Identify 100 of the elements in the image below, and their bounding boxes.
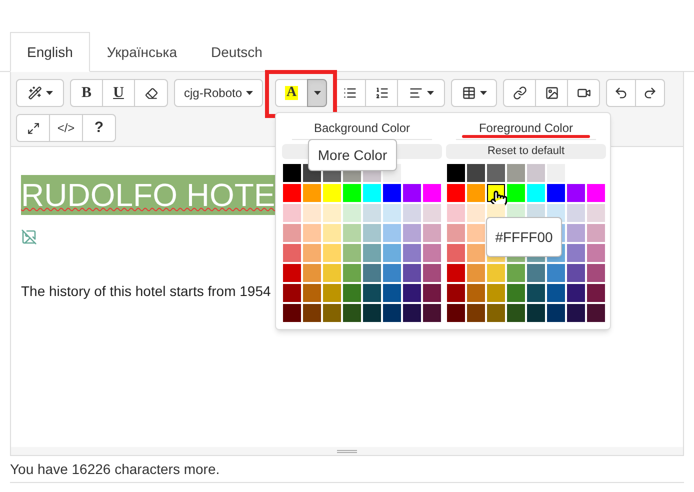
code-view-button[interactable]: </> xyxy=(49,114,83,142)
color-swatch[interactable] xyxy=(383,244,401,262)
color-swatch[interactable] xyxy=(363,184,381,202)
color-swatch[interactable] xyxy=(547,264,565,282)
color-swatch[interactable] xyxy=(467,164,485,182)
color-swatch[interactable] xyxy=(587,284,605,302)
color-swatch[interactable] xyxy=(547,184,565,202)
color-swatch[interactable] xyxy=(383,184,401,202)
color-swatch[interactable] xyxy=(283,244,301,262)
color-swatch[interactable] xyxy=(423,224,441,242)
color-swatch[interactable] xyxy=(423,244,441,262)
color-swatch[interactable] xyxy=(447,244,465,262)
color-swatch[interactable] xyxy=(467,284,485,302)
color-swatch[interactable] xyxy=(527,264,545,282)
color-swatch[interactable] xyxy=(587,264,605,282)
resize-bar[interactable] xyxy=(11,447,683,455)
color-swatch[interactable] xyxy=(567,244,585,262)
color-swatch[interactable] xyxy=(587,204,605,222)
color-dropdown-button[interactable] xyxy=(307,79,327,107)
color-swatch[interactable] xyxy=(447,284,465,302)
color-swatch[interactable] xyxy=(587,304,605,322)
color-swatch[interactable] xyxy=(403,224,421,242)
color-swatch[interactable] xyxy=(303,224,321,242)
color-swatch[interactable] xyxy=(283,224,301,242)
color-swatch[interactable] xyxy=(343,184,361,202)
font-dropdown[interactable]: cjg-Roboto xyxy=(174,79,263,107)
image-button[interactable] xyxy=(535,79,568,107)
color-swatch[interactable] xyxy=(527,184,545,202)
color-swatch[interactable] xyxy=(363,224,381,242)
color-swatch[interactable] xyxy=(363,284,381,302)
style-button[interactable] xyxy=(16,79,64,107)
color-swatch[interactable] xyxy=(303,264,321,282)
color-swatch[interactable] xyxy=(283,284,301,302)
color-swatch[interactable] xyxy=(587,184,605,202)
language-tab[interactable]: Deutsch xyxy=(194,32,280,72)
color-swatch[interactable] xyxy=(547,304,565,322)
color-swatch[interactable] xyxy=(423,204,441,222)
help-button[interactable]: ? xyxy=(82,114,116,142)
color-swatch[interactable] xyxy=(343,204,361,222)
color-swatch[interactable] xyxy=(303,244,321,262)
undo-button[interactable] xyxy=(606,79,636,107)
redo-button[interactable] xyxy=(635,79,665,107)
clear-format-button[interactable] xyxy=(134,79,168,107)
color-swatch[interactable] xyxy=(383,304,401,322)
color-swatch[interactable] xyxy=(363,244,381,262)
color-swatch[interactable] xyxy=(343,264,361,282)
underline-button[interactable]: U xyxy=(102,79,135,107)
color-swatch[interactable] xyxy=(383,284,401,302)
color-swatch[interactable] xyxy=(403,304,421,322)
color-swatch[interactable] xyxy=(447,164,465,182)
color-swatch[interactable] xyxy=(447,264,465,282)
color-swatch[interactable] xyxy=(323,184,341,202)
reset-button[interactable]: Reset to default xyxy=(446,144,606,159)
color-swatch[interactable] xyxy=(423,304,441,322)
color-swatch[interactable] xyxy=(403,284,421,302)
color-swatch[interactable] xyxy=(403,184,421,202)
color-swatch[interactable] xyxy=(303,204,321,222)
color-swatch[interactable] xyxy=(323,304,341,322)
bold-button[interactable]: B xyxy=(70,79,103,107)
color-swatch[interactable] xyxy=(467,244,485,262)
fullscreen-button[interactable] xyxy=(16,114,50,142)
color-swatch[interactable] xyxy=(507,264,525,282)
color-swatch[interactable] xyxy=(383,204,401,222)
color-swatch[interactable] xyxy=(447,304,465,322)
color-swatch[interactable] xyxy=(283,164,301,182)
color-swatch[interactable] xyxy=(487,284,505,302)
color-swatch[interactable] xyxy=(547,284,565,302)
color-swatch[interactable] xyxy=(403,204,421,222)
video-button[interactable] xyxy=(567,79,600,107)
language-tab[interactable]: English xyxy=(10,32,90,72)
color-swatch[interactable] xyxy=(323,224,341,242)
color-swatch[interactable] xyxy=(363,264,381,282)
color-swatch[interactable] xyxy=(567,284,585,302)
table-button[interactable] xyxy=(451,79,497,107)
color-swatch[interactable] xyxy=(527,284,545,302)
color-swatch[interactable] xyxy=(283,184,301,202)
color-swatch[interactable] xyxy=(567,224,585,242)
text-color-button[interactable]: A xyxy=(275,79,308,107)
color-swatch[interactable] xyxy=(383,224,401,242)
align-button[interactable] xyxy=(397,79,445,107)
color-swatch[interactable] xyxy=(567,304,585,322)
color-swatch[interactable] xyxy=(423,184,441,202)
color-swatch[interactable] xyxy=(587,244,605,262)
color-swatch[interactable] xyxy=(527,164,545,182)
color-swatch[interactable] xyxy=(507,304,525,322)
color-swatch[interactable] xyxy=(423,284,441,302)
color-swatch[interactable] xyxy=(363,204,381,222)
color-swatch[interactable] xyxy=(423,264,441,282)
color-swatch[interactable] xyxy=(447,224,465,242)
color-swatch[interactable] xyxy=(567,184,585,202)
color-swatch[interactable] xyxy=(507,164,525,182)
color-swatch[interactable] xyxy=(343,304,361,322)
color-swatch[interactable] xyxy=(467,184,485,202)
color-swatch[interactable] xyxy=(587,224,605,242)
color-swatch[interactable] xyxy=(467,264,485,282)
language-tab[interactable]: Українська xyxy=(90,32,194,72)
color-swatch[interactable] xyxy=(447,184,465,202)
color-swatch[interactable] xyxy=(487,164,505,182)
color-swatch[interactable] xyxy=(567,204,585,222)
color-swatch[interactable] xyxy=(487,264,505,282)
